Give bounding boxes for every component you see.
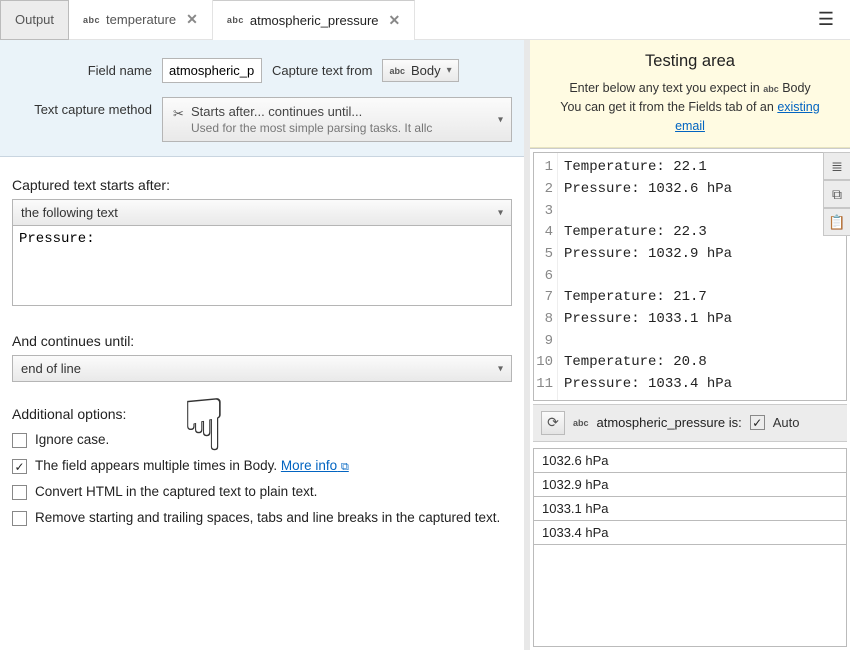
result-bar: ⟳ abc atmospheric_pressure is: Auto (533, 404, 847, 442)
result-cell[interactable]: 1032.6 hPa (534, 449, 846, 473)
auto-checkbox[interactable] (750, 415, 765, 430)
multi-checkbox[interactable] (12, 459, 27, 474)
tab-temperature[interactable]: abc temperature ✕ (69, 0, 213, 40)
multi-label: The field appears multiple times in Body… (35, 458, 349, 474)
starts-text-input[interactable]: Pressure: (12, 226, 512, 306)
tab-pressure-label: atmospheric_pressure (250, 13, 379, 28)
line-gutter: 1 2 3 4 5 6 7 8 9 10 11 (534, 153, 558, 400)
code-content[interactable]: Temperature: 22.1 Pressure: 1032.6 hPa T… (558, 153, 846, 400)
chevron-down-icon: ▾ (498, 114, 503, 125)
ignore-case-label: Ignore case. (35, 432, 109, 447)
close-icon[interactable]: ✕ (389, 12, 401, 29)
result-cell[interactable]: 1032.9 hPa (534, 473, 846, 497)
method-title: Starts after... continues until... (191, 104, 485, 119)
convert-html-label: Convert HTML in the captured text to pla… (35, 484, 317, 499)
abc-icon: abc (227, 15, 244, 25)
tab-temperature-label: temperature (106, 12, 176, 27)
tab-bar: Output abc temperature ✕ abc atmospheric… (0, 0, 850, 40)
field-name-input[interactable] (162, 58, 262, 83)
menu-icon[interactable]: ☰ (802, 9, 850, 30)
external-link-icon: ⧉ (341, 461, 349, 473)
chevron-down-icon: ▾ (447, 65, 452, 76)
capture-from-value: Body (411, 63, 441, 78)
result-cell[interactable]: 1033.4 hPa (534, 521, 846, 545)
close-icon[interactable]: ✕ (186, 11, 198, 28)
copy-icon[interactable]: ⧉ (823, 180, 850, 208)
options-label: Additional options: (12, 406, 512, 422)
until-mode-dropdown[interactable]: end of line ▾ (12, 355, 512, 382)
auto-label: Auto (773, 415, 800, 430)
tab-atmospheric-pressure[interactable]: abc atmospheric_pressure ✕ (213, 0, 415, 40)
method-label: Text capture method (12, 97, 162, 117)
result-cell[interactable]: 1033.1 hPa (534, 497, 846, 521)
sample-text-editor[interactable]: 1 2 3 4 5 6 7 8 9 10 11 Temperature: 22.… (533, 152, 847, 401)
abc-icon: abc (763, 84, 779, 94)
config-panel: Field name Capture text from abc Body ▾ … (0, 40, 524, 157)
abc-icon: abc (83, 15, 100, 25)
abc-icon: abc (389, 66, 405, 76)
tab-output[interactable]: Output (0, 0, 69, 40)
until-mode-value: end of line (21, 361, 81, 376)
chevron-down-icon: ▾ (498, 363, 503, 374)
trim-label: Remove starting and trailing spaces, tab… (35, 510, 500, 525)
ignore-case-checkbox[interactable] (12, 433, 27, 448)
starts-mode-value: the following text (21, 205, 118, 220)
convert-html-checkbox[interactable] (12, 485, 27, 500)
starts-mode-dropdown[interactable]: the following text ▾ (12, 199, 512, 226)
abc-icon: abc (573, 418, 589, 428)
results-list: 1032.6 hPa1032.9 hPa1033.1 hPa1033.4 hPa (533, 448, 847, 647)
scissors-icon: ✂ (173, 106, 184, 122)
chevron-down-icon: ▾ (498, 207, 503, 218)
starts-after-label: Captured text starts after: (12, 177, 512, 193)
list-icon[interactable]: ≣ (823, 152, 850, 180)
refresh-button[interactable]: ⟳ (541, 411, 565, 435)
continues-until-label: And continues until: (12, 333, 512, 349)
paste-icon[interactable]: 📋 (823, 208, 850, 236)
capture-from-label: Capture text from (272, 63, 372, 78)
more-info-link[interactable]: More info ⧉ (281, 458, 349, 473)
testing-header: Testing area Enter below any text you ex… (530, 40, 850, 148)
testing-title: Testing area (544, 52, 836, 71)
capture-from-dropdown[interactable]: abc Body ▾ (382, 59, 458, 82)
method-dropdown[interactable]: ✂ Starts after... continues until... Use… (162, 97, 512, 142)
tab-output-label: Output (15, 12, 54, 27)
trim-checkbox[interactable] (12, 511, 27, 526)
field-name-label: Field name (12, 58, 162, 78)
method-subtitle: Used for the most simple parsing tasks. … (191, 121, 485, 135)
